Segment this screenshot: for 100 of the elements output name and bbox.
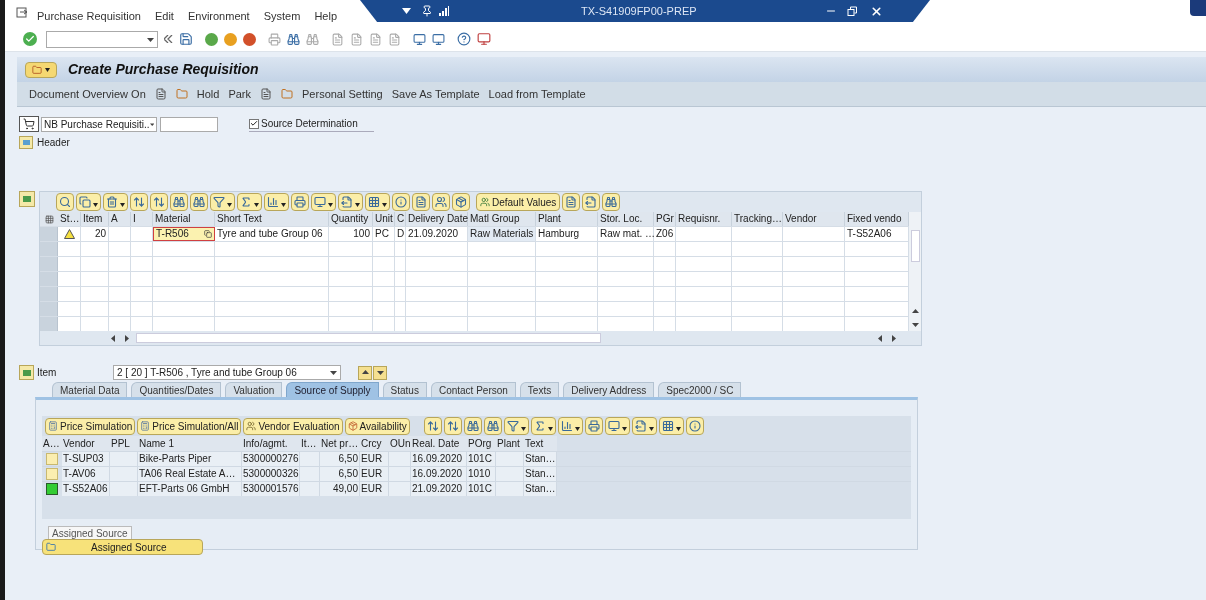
scroll-down-icon[interactable]	[911, 321, 919, 328]
material-input[interactable]: T-R506	[153, 227, 215, 241]
toolbar-button[interactable]: Vendor Evaluation	[243, 417, 343, 435]
column-header[interactable]: Net pr…	[320, 436, 360, 451]
dropdown-icon[interactable]	[402, 8, 411, 14]
column-header[interactable]: Name 1	[138, 436, 242, 451]
column-header[interactable]: PPL	[110, 436, 138, 451]
toolbar-button[interactable]: Park	[228, 85, 251, 103]
toolbar-button[interactable]: Availability	[344, 417, 410, 435]
sort-button[interactable]	[130, 193, 148, 211]
collapse-button[interactable]	[19, 191, 35, 207]
assignment-marker[interactable]	[46, 453, 58, 465]
column-header[interactable]: Requisnr.	[676, 212, 732, 226]
document-button[interactable]	[412, 193, 430, 211]
sum-button[interactable]	[237, 193, 262, 211]
toolbar-button[interactable]: Personal Setting	[302, 85, 383, 103]
tab[interactable]: Source of Supply	[286, 382, 379, 397]
menu-item[interactable]: Help	[314, 8, 337, 25]
item-dropdown[interactable]: 2 [ 20 ] T-R506 , Tyre and tube Group 06	[113, 365, 341, 380]
checkbox[interactable]	[249, 118, 259, 129]
next-item-button[interactable]	[373, 365, 387, 380]
toolbar-button[interactable]: Load from Template	[488, 85, 586, 103]
tab[interactable]: Valuation	[225, 382, 283, 397]
column-header[interactable]: Stor. Loc.	[598, 212, 654, 226]
enter-icon[interactable]	[23, 32, 37, 46]
chart-button[interactable]	[264, 193, 289, 211]
column-header[interactable]: Material	[153, 212, 215, 226]
package-button[interactable]	[452, 193, 470, 211]
toolbar-button[interactable]: Document Overview On	[29, 85, 146, 103]
column-header[interactable]: A…	[42, 436, 62, 451]
column-header[interactable]: Info/agmt.	[242, 436, 300, 451]
assignment-marker[interactable]	[46, 468, 58, 480]
column-header[interactable]: Plant	[496, 436, 524, 451]
cancel-icon[interactable]	[243, 32, 256, 46]
column-header[interactable]: It…	[300, 436, 320, 451]
document-number-field[interactable]	[160, 116, 218, 132]
scroll-right-icon[interactable]	[123, 334, 130, 342]
assigned-source-button[interactable]: Assigned Source	[42, 539, 203, 555]
sum-button[interactable]	[530, 417, 556, 435]
toolbar-button[interactable]: Price Simulation	[45, 417, 136, 435]
tab[interactable]: Quantities/Dates	[131, 382, 222, 397]
menu-item[interactable]: System	[263, 8, 301, 25]
column-header[interactable]: C	[395, 212, 406, 226]
column-header[interactable]: OUn	[389, 436, 411, 451]
column-header[interactable]: Text	[524, 436, 557, 451]
users-button[interactable]	[432, 193, 450, 211]
find-button[interactable]	[463, 417, 482, 435]
sort-button[interactable]	[443, 417, 462, 435]
column-header[interactable]: Matl Group	[468, 212, 536, 226]
restore-icon[interactable]	[846, 5, 858, 17]
previous-item-button[interactable]	[358, 365, 372, 380]
scroll-right-icon[interactable]	[890, 334, 897, 342]
cart-icon[interactable]	[19, 116, 39, 132]
vertical-scrollbar[interactable]	[909, 212, 921, 331]
column-header[interactable]: Quantity	[329, 212, 373, 226]
assignment-marker[interactable]	[46, 483, 58, 495]
column-header[interactable]: Short Text	[215, 212, 329, 226]
horizontal-scrollbar[interactable]	[136, 333, 601, 343]
export-button[interactable]	[582, 193, 601, 211]
scroll-left-icon[interactable]	[877, 334, 884, 342]
column-header[interactable]: Real. Date	[411, 436, 467, 451]
up-icon[interactable]	[361, 369, 369, 376]
scroll-left-icon[interactable]	[110, 334, 117, 342]
column-header[interactable]: Item	[81, 212, 109, 226]
close-icon[interactable]	[869, 4, 883, 18]
copy-icon[interactable]	[204, 230, 212, 238]
print-button[interactable]	[291, 193, 309, 211]
tab[interactable]: Contact Person	[430, 382, 516, 397]
toolbar-button[interactable]: Hold	[196, 85, 220, 103]
down-icon[interactable]	[376, 369, 384, 376]
copy-button[interactable]	[76, 193, 101, 211]
view-button[interactable]	[604, 417, 630, 435]
find-next-button[interactable]	[483, 417, 502, 435]
layout-icon[interactable]	[477, 32, 491, 46]
layout-button[interactable]	[365, 193, 390, 211]
view-button[interactable]	[311, 193, 336, 211]
new-session-icon[interactable]	[413, 32, 426, 46]
scroll-up-icon[interactable]	[911, 308, 919, 315]
tab[interactable]: Texts	[519, 382, 560, 397]
sort-button[interactable]	[423, 417, 442, 435]
chart-button[interactable]	[557, 417, 583, 435]
tab[interactable]: Material Data	[52, 382, 128, 397]
menu-icon[interactable]	[16, 7, 28, 18]
column-header[interactable]: Vendor	[783, 212, 845, 226]
menu-item[interactable]: Environment	[187, 8, 250, 25]
save-icon[interactable]	[179, 32, 193, 46]
sort-button[interactable]	[150, 193, 168, 211]
document-type-dropdown[interactable]: NB Purchase Requisiti..	[41, 116, 157, 132]
column-header[interactable]: Vendor	[62, 436, 110, 451]
column-header[interactable]: Crcy	[360, 436, 389, 451]
menu-button[interactable]	[25, 61, 57, 78]
tab[interactable]: Spec2000 / SC	[658, 382, 742, 397]
layout-button[interactable]	[658, 417, 684, 435]
column-header[interactable]: Tracking…	[732, 212, 783, 226]
dropdown-icon[interactable]	[330, 369, 337, 376]
menu-item[interactable]: Purchase Requisition	[37, 8, 141, 25]
info-button[interactable]	[685, 417, 704, 435]
find-button[interactable]	[170, 193, 188, 211]
print-button[interactable]	[584, 417, 603, 435]
command-field[interactable]	[46, 30, 158, 48]
